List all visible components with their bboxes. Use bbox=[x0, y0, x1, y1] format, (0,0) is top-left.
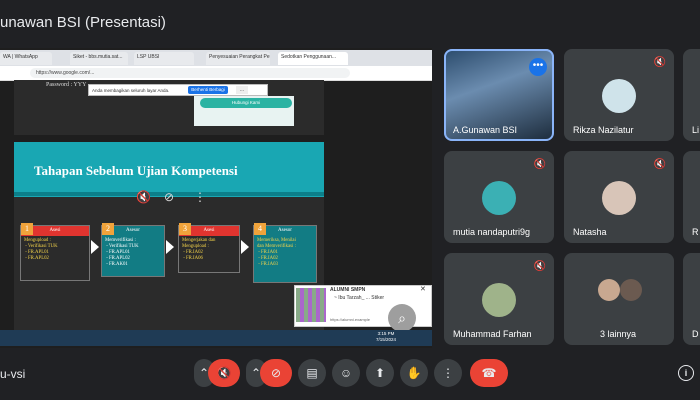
step-body: Memeriksa, Menilai dan Memverifikasi : -… bbox=[257, 238, 296, 267]
raise-hand-button[interactable]: ✋ bbox=[400, 359, 428, 387]
mic-off-icon: 🔇 bbox=[533, 261, 546, 272]
camera-off-icon[interactable]: ⊘ bbox=[164, 190, 174, 204]
link-preview-subtitle: ~ Ibu Tarzah_ ... Stiker bbox=[334, 295, 385, 301]
browser-tab-active[interactable]: Sedotkan Penggunaan... bbox=[278, 52, 348, 65]
participant-tile[interactable]: 🔇 Rikza Nazilatur bbox=[564, 49, 674, 141]
meeting-code: u-vsi bbox=[0, 367, 26, 381]
participant-tile[interactable]: 🔇 Muhammad Farhan bbox=[444, 253, 554, 345]
info-icon[interactable]: i bbox=[678, 365, 694, 381]
participant-name: Rikza Nazilatur bbox=[573, 125, 634, 135]
avatar bbox=[598, 279, 620, 301]
participant-name: R bbox=[692, 227, 699, 237]
participant-name: mutia nandaputri9g bbox=[453, 227, 531, 237]
participant-tile[interactable]: Li bbox=[683, 49, 700, 141]
browser-tab[interactable]: WA | WhatsApp bbox=[0, 52, 52, 65]
arrow-right-icon bbox=[166, 240, 174, 254]
more-options-button[interactable]: ⋮ bbox=[434, 359, 462, 387]
os-taskbar bbox=[0, 330, 432, 346]
participant-name: Muhammad Farhan bbox=[453, 329, 532, 339]
step-body: Memverifikasi : - Verifikasi TUK - FR.AP… bbox=[105, 238, 139, 267]
present-button[interactable]: ⬆ bbox=[366, 359, 394, 387]
step-body: Mengerjakan dan Mengupload : - FR.IA02 -… bbox=[182, 238, 216, 261]
zoom-icon[interactable]: ⌕ bbox=[388, 304, 416, 332]
mic-off-icon: 🔇 bbox=[533, 159, 546, 170]
hangup-button[interactable]: ☎ bbox=[470, 359, 508, 387]
stop-sharing-button[interactable]: Berhenti Berbagi bbox=[188, 86, 228, 94]
participant-tile[interactable]: 🔇 mutia nandaputri9g bbox=[444, 151, 554, 243]
taskbar-date: 7/15/2024 bbox=[376, 337, 397, 342]
link-preview-title: ALUMNI SMPN bbox=[330, 287, 366, 293]
link-preview-url: https://alumni.example bbox=[330, 317, 371, 322]
avatar bbox=[602, 79, 636, 113]
participant-name: Natasha bbox=[573, 227, 607, 237]
hide-share-bar-button[interactable]: ... bbox=[236, 86, 248, 94]
browser-tabstrip: WA | WhatsApp Siket - bbs.mutia.sat... L… bbox=[0, 50, 432, 66]
step-number: 4 bbox=[254, 223, 266, 235]
avatar bbox=[620, 279, 642, 301]
address-bar[interactable]: https://www.google.com/... bbox=[30, 68, 350, 78]
emoji-button[interactable]: ☺ bbox=[332, 359, 360, 387]
arrow-right-icon bbox=[91, 240, 99, 254]
step-body: Mengupload : - Verifikasi TUK - FR.APL01… bbox=[24, 238, 58, 261]
browser-tab[interactable]: Siket - bbs.mutia.sat... bbox=[70, 52, 128, 65]
arrow-right-icon bbox=[241, 240, 249, 254]
participant-name: D bbox=[692, 329, 699, 339]
step-number: 1 bbox=[21, 223, 33, 235]
mic-off-icon: 🔇 bbox=[653, 57, 666, 68]
taskbar-clock: 3:15 PM 7/15/2024 bbox=[376, 331, 396, 343]
participant-tile[interactable]: D bbox=[683, 253, 700, 345]
camera-off-button[interactable]: ⊘ bbox=[260, 359, 292, 387]
mic-off-icon[interactable]: 🔇 bbox=[136, 190, 151, 204]
mic-off-button[interactable]: 🔇 bbox=[208, 359, 240, 387]
step-number: 2 bbox=[102, 223, 114, 235]
participant-name: Li bbox=[692, 125, 700, 135]
slide-password-text: Password : YYY bbox=[46, 82, 87, 88]
browser-tab[interactable]: Penyesuaian Perangkat Pe... bbox=[206, 52, 270, 65]
close-icon[interactable]: ✕ bbox=[420, 285, 426, 293]
avatar bbox=[482, 181, 516, 215]
participant-tile[interactable]: 🔇 Natasha bbox=[564, 151, 674, 243]
form-contact-button[interactable]: Hubungi Kami bbox=[200, 98, 292, 108]
browser-tab[interactable]: LSP UBSI bbox=[134, 52, 194, 65]
participant-name: 3 lainnya bbox=[600, 329, 637, 339]
mic-off-icon: 🔇 bbox=[653, 159, 666, 170]
avatar bbox=[602, 181, 636, 215]
more-vert-icon[interactable]: ⋮ bbox=[194, 190, 206, 204]
link-preview-thumbnail bbox=[296, 288, 326, 322]
avatar bbox=[482, 283, 516, 317]
participant-tile[interactable]: 3 lainnya bbox=[564, 253, 674, 345]
more-options-icon[interactable]: ••• bbox=[529, 58, 547, 76]
participant-tile[interactable]: R bbox=[683, 151, 700, 243]
step-number: 3 bbox=[179, 223, 191, 235]
captions-button[interactable]: ▤ bbox=[298, 359, 326, 387]
slide-heading: Tahapan Sebelum Ujian Kompetensi bbox=[34, 163, 238, 178]
window-title: unawan BSI (Presentasi) bbox=[0, 14, 166, 31]
